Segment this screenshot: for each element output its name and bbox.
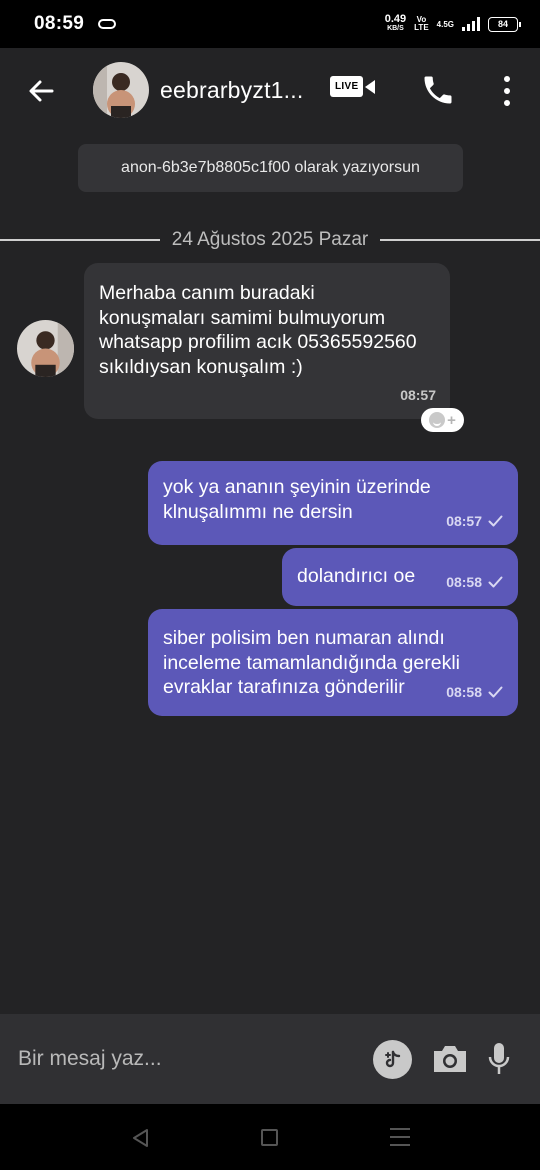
signal-icon (462, 17, 480, 31)
battery-icon: 84 (488, 16, 521, 32)
add-reaction-button[interactable]: + (421, 408, 464, 432)
message-meta: 08:58 (446, 684, 503, 700)
nav-home-icon[interactable] (261, 1129, 278, 1146)
contact-avatar[interactable] (93, 62, 149, 118)
live-label: LIVE (330, 76, 364, 97)
nav-back-icon[interactable] (131, 1128, 151, 1148)
microphone-button[interactable] (487, 1041, 511, 1077)
message-bubble-outgoing[interactable]: yok ya ananın şeyinin üzerinde klnuşalım… (148, 461, 518, 545)
message-composer: Bir mesaj yaz... (0, 1014, 540, 1104)
message-time: 08:58 (446, 574, 482, 590)
divider-line-right (380, 239, 540, 241)
check-icon (488, 515, 503, 527)
more-options-button[interactable] (500, 76, 514, 106)
battery-level: 84 (497, 19, 508, 29)
volte-icon: Vo LTE (414, 16, 429, 32)
plus-icon: + (447, 411, 456, 429)
anonymous-notice: anon-6b3e7b8805c1f00 olarak yazıyorsun (78, 144, 463, 192)
status-bar: 08:59 0.49 KB/S Vo LTE 4.5G 84 (0, 0, 540, 48)
network-type: 4.5G (436, 19, 454, 29)
network-speed-unit: KB/S (387, 25, 404, 32)
date-label: 24 Ağustos 2025 Pazar (171, 229, 369, 250)
emoji-icon (429, 412, 446, 428)
message-time: 08:57 (400, 387, 436, 403)
sender-avatar[interactable] (17, 320, 74, 377)
back-arrow-icon (29, 80, 54, 102)
more-vertical-icon (504, 76, 510, 82)
volte-bottom: LTE (414, 23, 429, 32)
avatar-image (17, 320, 74, 377)
system-navigation-bar (0, 1104, 540, 1170)
status-time: 08:59 (34, 13, 85, 34)
network-speed: 0.49 KB/S (384, 13, 407, 33)
check-icon (488, 686, 503, 698)
back-button[interactable] (26, 76, 56, 106)
live-video-button[interactable]: LIVE (330, 76, 377, 97)
live-video-icon (365, 79, 376, 94)
sticker-button[interactable] (373, 1040, 412, 1079)
message-bubble-incoming[interactable]: Merhaba canım buradaki konuşmaları samim… (84, 263, 450, 419)
message-text: Merhaba canım buradaki konuşmaları samim… (99, 282, 417, 378)
contact-name[interactable]: eebrarbyzt1... (160, 77, 303, 104)
sticker-icon (384, 1050, 400, 1067)
check-icon (488, 576, 503, 588)
message-time: 08:57 (446, 513, 482, 529)
nav-recents-icon[interactable] (390, 1128, 410, 1146)
microphone-icon (488, 1043, 510, 1074)
message-text: siber polisim ben numaran alındı incelem… (163, 627, 460, 698)
phone-icon (424, 76, 452, 104)
message-time: 08:58 (446, 684, 482, 700)
message-text: yok ya ananın şeyinin üzerinde klnuşalım… (163, 476, 431, 523)
chat-header: eebrarbyzt1... LIVE (0, 48, 540, 134)
sync-icon (98, 19, 117, 29)
call-button[interactable] (420, 72, 456, 108)
avatar-image (93, 62, 149, 118)
message-meta: 08:58 (446, 574, 503, 590)
message-bubble-outgoing[interactable]: dolandırıcı oe 08:58 (282, 548, 518, 606)
date-divider: 24 Ağustos 2025 Pazar (0, 228, 540, 252)
camera-button[interactable] (431, 1043, 469, 1075)
camera-icon (434, 1046, 466, 1072)
message-meta: 08:57 (446, 513, 503, 529)
message-bubble-outgoing[interactable]: siber polisim ben numaran alındı incelem… (148, 609, 518, 716)
network-speed-value: 0.49 (384, 13, 407, 25)
message-input[interactable]: Bir mesaj yaz... (18, 1047, 162, 1071)
divider-line-left (0, 239, 160, 241)
status-icons: 0.49 KB/S Vo LTE 4.5G 84 (384, 13, 521, 33)
